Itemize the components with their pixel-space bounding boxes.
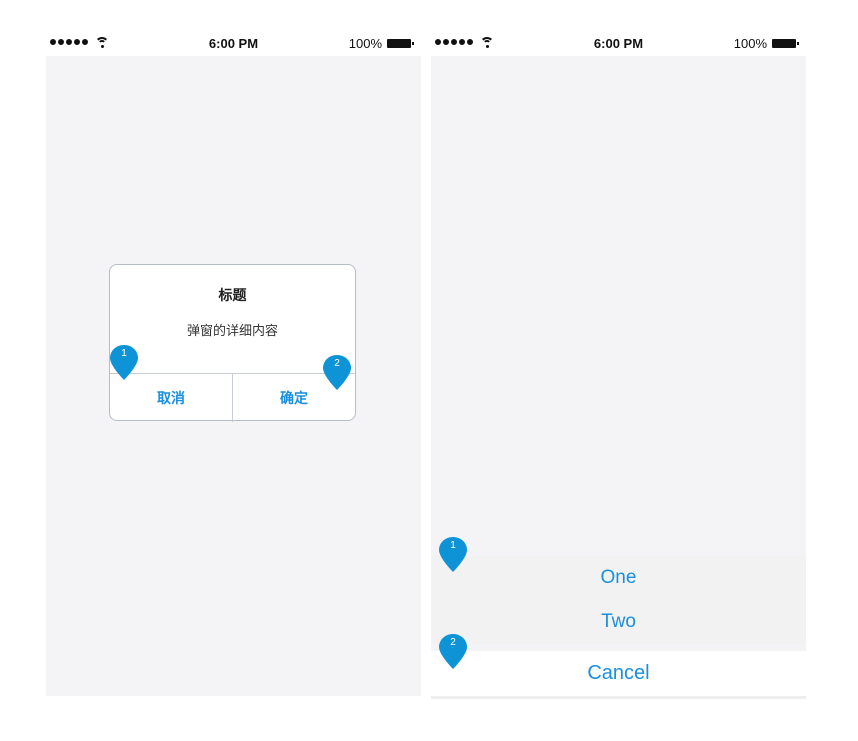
status-bar: 6:00 PM 100% bbox=[46, 30, 421, 56]
screen-background: 标题 弹窗的详细内容 取消 确定 bbox=[46, 56, 421, 696]
phone-action-sheet: 6:00 PM 100% One Two Cancel 1 2 bbox=[431, 30, 806, 699]
action-option-one[interactable]: One bbox=[431, 556, 806, 600]
battery-icon bbox=[772, 39, 799, 48]
battery-percentage: 100% bbox=[733, 36, 767, 51]
dialog-content: 弹窗的详细内容 bbox=[186, 324, 278, 339]
annotation-marker-1: 1 bbox=[438, 536, 468, 574]
annotation-marker-1: 1 bbox=[109, 344, 139, 382]
annotation-marker-2: 2 bbox=[322, 354, 352, 392]
action-cancel-button[interactable]: Cancel bbox=[431, 651, 806, 699]
alert-dialog: 标题 弹窗的详细内容 取消 确定 bbox=[109, 264, 356, 422]
action-sheet: One Two Cancel bbox=[431, 556, 806, 699]
screen-background: One Two Cancel bbox=[431, 56, 806, 699]
action-option-two[interactable]: Two bbox=[431, 600, 806, 644]
status-bar: 6:00 PM 100% bbox=[431, 30, 806, 56]
dialog-title: 标题 bbox=[218, 288, 247, 304]
battery-percentage: 100% bbox=[348, 36, 382, 51]
phone-alert-dialog: 6:00 PM 100% 标题 弹窗的详细内容 取消 确定 1 2 bbox=[46, 30, 421, 696]
battery-icon bbox=[387, 39, 414, 48]
dialog-button-row: 取消 确定 bbox=[110, 373, 355, 422]
annotation-marker-2: 2 bbox=[438, 633, 468, 671]
